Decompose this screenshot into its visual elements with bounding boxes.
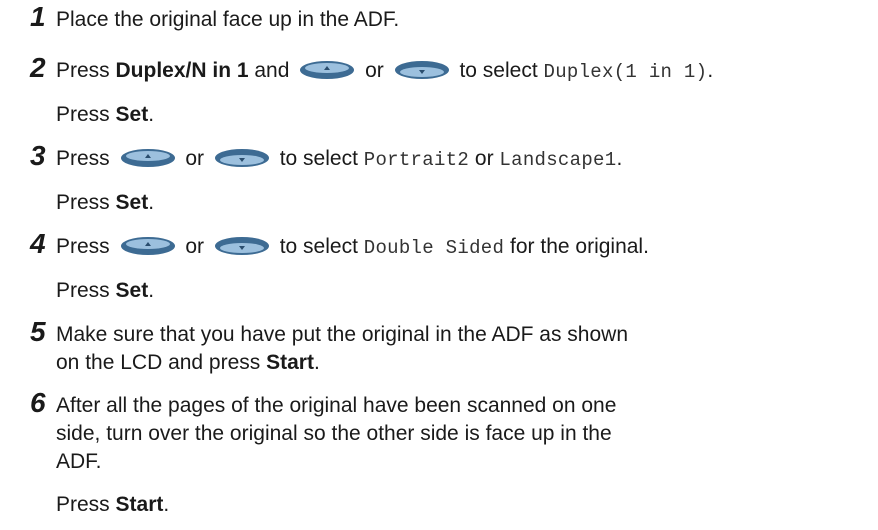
up-arrow-key-icon [120, 148, 176, 168]
up-arrow-key-icon [299, 60, 355, 80]
step-text: Press Start. [56, 493, 170, 516]
lcd-option: Landscape1 [499, 149, 617, 171]
step-text: side, turn over the original so the othe… [56, 422, 612, 445]
step-text: Press or to select Double Sided for the … [56, 235, 649, 259]
step-text: Make sure that you have put the original… [56, 323, 628, 346]
lcd-option: Portrait2 [363, 149, 470, 171]
step-number: 1 [30, 1, 46, 32]
start-key-label: Start [266, 351, 314, 374]
set-key-label: Set [115, 103, 149, 126]
step-text: Press or to select Portrait2 or Landscap… [56, 147, 623, 171]
step-number: 4 [30, 228, 46, 259]
step-number: 5 [30, 316, 46, 347]
step-text: Press Duplex/N in 1 and or to select Dup… [56, 59, 714, 83]
lcd-option: Double Sided [363, 237, 505, 259]
step-text: Press Set. [56, 103, 155, 126]
duplex-key-label: Duplex/N in 1 [115, 59, 249, 82]
step-text: After all the pages of the original have… [56, 394, 617, 417]
start-key-label: Start [115, 493, 164, 516]
step-number: 6 [30, 387, 46, 418]
set-key-label: Set [115, 191, 149, 214]
step-number: 3 [30, 140, 46, 171]
step-text: ADF. [56, 450, 102, 473]
step-text: on the LCD and press Start. [56, 351, 320, 374]
step-text: Press Set. [56, 191, 155, 214]
step-number: 2 [30, 52, 46, 83]
set-key-label: Set [115, 279, 149, 302]
down-arrow-key-icon [214, 236, 270, 256]
step-text: Press Set. [56, 279, 155, 302]
down-arrow-key-icon [214, 148, 270, 168]
down-arrow-key-icon [394, 60, 450, 80]
up-arrow-key-icon [120, 236, 176, 256]
step-text: Place the original face up in the ADF. [56, 8, 400, 31]
lcd-option: Duplex(1 in 1) [543, 61, 708, 83]
